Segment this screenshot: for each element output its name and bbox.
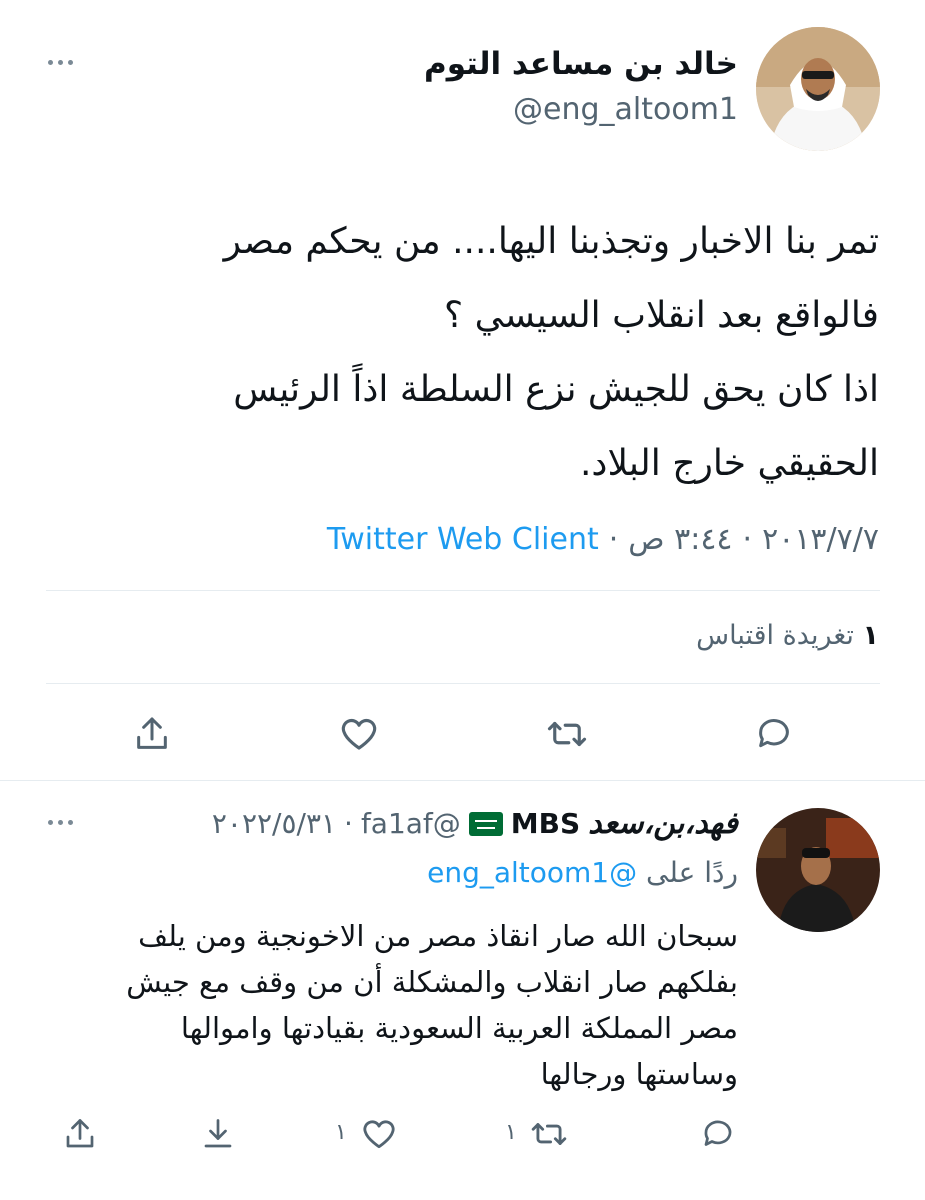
meta-separator: · (742, 522, 753, 557)
reply-like-icon[interactable] (357, 1112, 401, 1156)
replying-to-prefix: ردًا على (646, 856, 738, 889)
replying-to-handle[interactable]: @eng_altoom1 (427, 856, 637, 889)
meta-separator: · (344, 807, 353, 840)
reply-more-options-icon[interactable] (48, 812, 82, 832)
divider (46, 590, 880, 591)
author-name[interactable]: خالد بن مساعد التوم (424, 46, 738, 82)
reply-header: فهد،بن،سعد MBS @fa1af · ٢٠٢٢/٥/٣١ (212, 806, 738, 841)
reply-reply-icon[interactable] (696, 1112, 740, 1156)
tweet-text-line: اذا كان يحق للجيش نزع السلطة اذاً الرئيس (233, 369, 879, 410)
meta-separator: · (608, 522, 619, 557)
quote-tweets-link[interactable]: ١ تغريدة اقتباس (696, 620, 879, 651)
retweet-icon[interactable] (543, 710, 591, 758)
tweet-time[interactable]: ٣:٤٤ ص (628, 522, 732, 557)
reply-icon[interactable] (750, 710, 798, 758)
reply-author-avatar[interactable] (756, 808, 880, 932)
like-icon[interactable] (335, 710, 383, 758)
saudi-flag-icon (468, 811, 503, 836)
tweet-text-line: فالواقع بعد انقلاب السيسي ؟ (444, 295, 879, 336)
replying-to: ردًا على @eng_altoom1 (427, 856, 738, 889)
author-handle[interactable]: @eng_altoom1 (513, 92, 738, 127)
tweet-source[interactable]: Twitter Web Client (327, 522, 599, 557)
reply-text: سبحان الله صار انقاذ مصر من الاخونجية وم… (38, 913, 738, 1097)
divider (46, 683, 880, 684)
tweet-text: تمر بنا الاخبار وتجذبنا اليها.... من يحك… (29, 205, 879, 501)
tweet-text-line: الحقيقي خارج البلاد. (579, 443, 879, 484)
reply-author-suffix[interactable]: MBS (511, 807, 580, 840)
reply-share-icon[interactable] (58, 1112, 102, 1156)
reply-author-handle[interactable]: @fa1af (361, 807, 461, 840)
author-avatar[interactable] (756, 27, 880, 151)
quote-label: تغريدة اقتباس (696, 620, 854, 651)
more-options-icon[interactable] (48, 52, 82, 72)
reply-text-line: سبحان الله صار انقاذ مصر من الاخونجية وم… (138, 919, 738, 953)
reply-text-line: بفلكهم صار انقلاب والمشكلة أن من وقف مع … (126, 965, 738, 999)
reply-download-icon[interactable] (196, 1112, 240, 1156)
reply-avatar-image (756, 808, 880, 932)
reply-like-count: ١ (335, 1120, 347, 1145)
divider (0, 780, 925, 781)
reply-author-name[interactable]: فهد،بن،سعد (588, 806, 738, 841)
reply-date[interactable]: ٢٠٢٢/٥/٣١ (212, 807, 336, 840)
reply-retweet-count: ١ (505, 1120, 517, 1145)
tweet-text-line: تمر بنا الاخبار وتجذبنا اليها.... من يحك… (223, 221, 879, 262)
reply-text-line: مصر المملكة العربية السعودية بقيادتها وا… (180, 1011, 738, 1045)
author-avatar-image (756, 27, 880, 151)
quote-count: ١ (862, 620, 879, 651)
reply-text-line: وساستها ورجالها (540, 1057, 738, 1091)
tweet-date[interactable]: ٢٠١٣/٧/٧ (762, 522, 879, 557)
share-icon[interactable] (128, 710, 176, 758)
tweet-meta: ٢٠١٣/٧/٧ · ٣:٤٤ ص · Twitter Web Client (327, 522, 879, 557)
reply-retweet-icon[interactable] (527, 1112, 571, 1156)
